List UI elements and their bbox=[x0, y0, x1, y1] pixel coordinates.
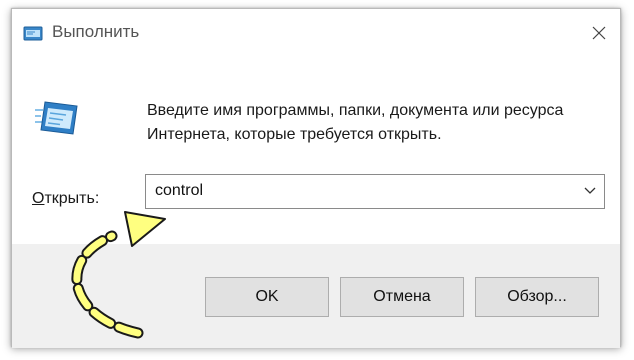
open-label-accelerator: О bbox=[32, 190, 45, 207]
window-title: Выполнить bbox=[52, 22, 140, 41]
close-icon[interactable] bbox=[585, 19, 613, 47]
run-app-icon bbox=[23, 26, 43, 41]
screen: Выполнить Введите имя программы, папки, … bbox=[0, 0, 634, 360]
open-command-input[interactable]: control bbox=[155, 182, 203, 200]
open-command-combobox[interactable]: control bbox=[145, 174, 605, 209]
chevron-down-icon[interactable] bbox=[583, 185, 597, 197]
dialog-body: Введите имя программы, папки, документа … bbox=[12, 57, 620, 244]
cancel-button[interactable]: Отмена bbox=[340, 277, 464, 317]
dialog-description: Введите имя программы, папки, документа … bbox=[147, 102, 564, 143]
run-program-icon bbox=[35, 101, 78, 135]
run-dialog: Выполнить Введите имя программы, папки, … bbox=[11, 8, 621, 348]
title-bar: Выполнить bbox=[12, 9, 620, 57]
browse-button[interactable]: Обзор... bbox=[475, 277, 599, 317]
open-label-text: ткрыть: bbox=[44, 190, 100, 207]
button-bar: OK Отмена Обзор... bbox=[12, 244, 620, 348]
open-label: Открыть: bbox=[32, 190, 99, 208]
ok-button[interactable]: OK bbox=[205, 277, 329, 317]
